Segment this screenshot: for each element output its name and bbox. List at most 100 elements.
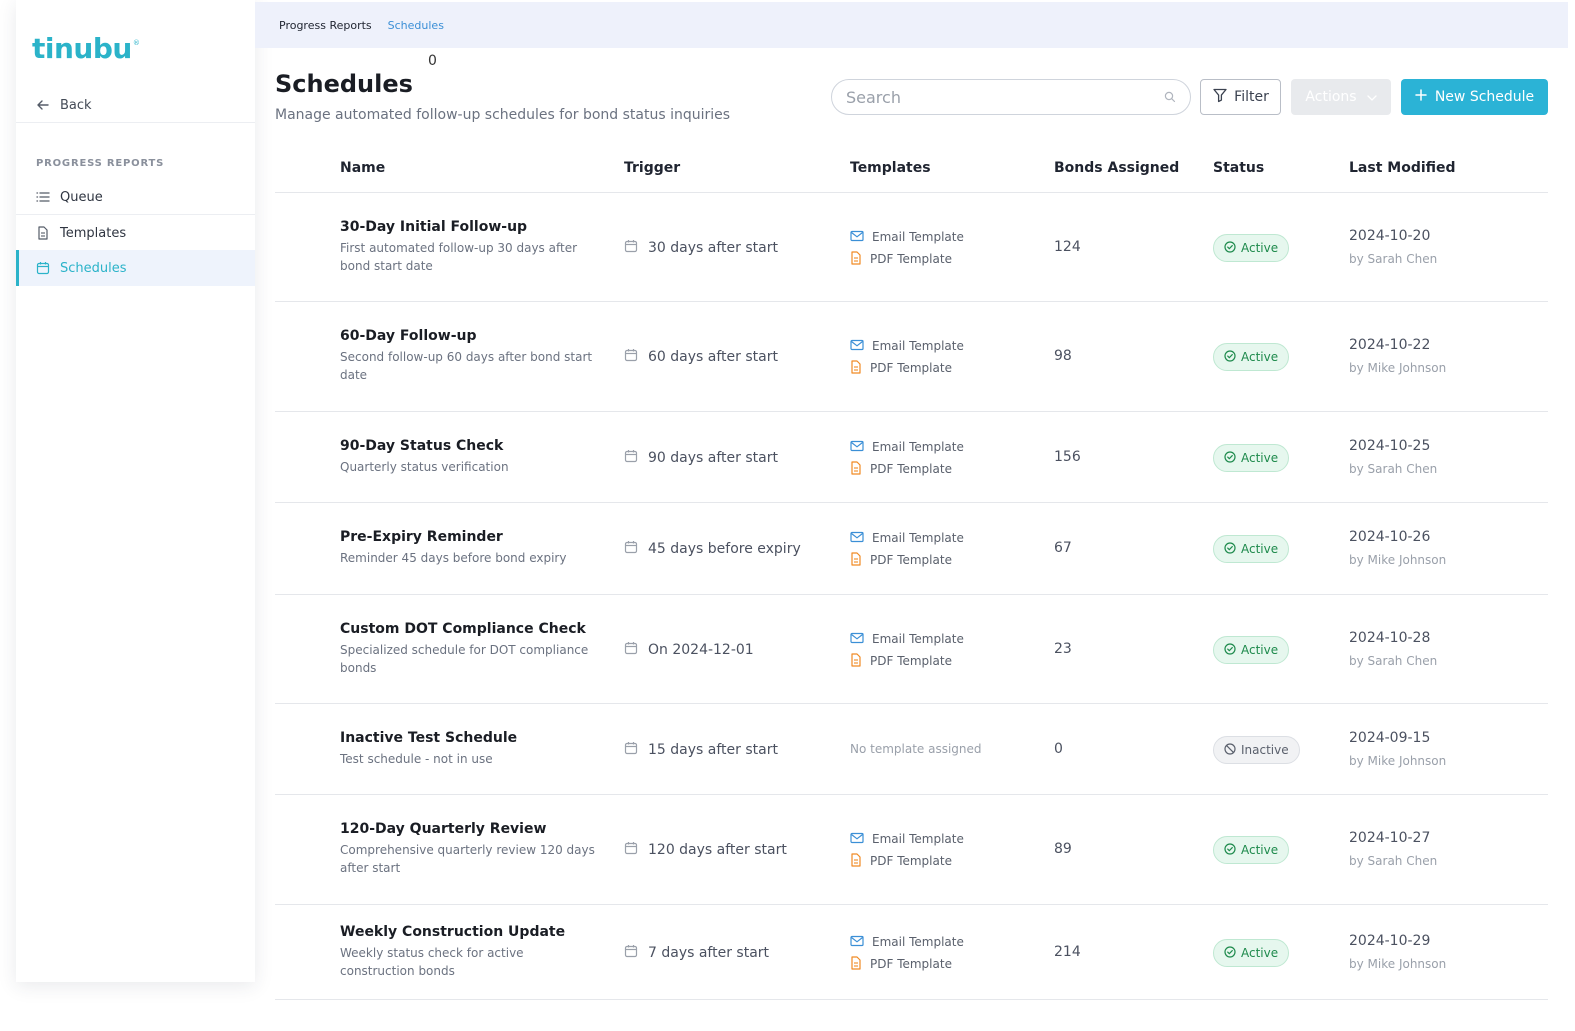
sidebar-item-templates[interactable]: Templates [16, 215, 255, 251]
schedule-name[interactable]: 60-Day Follow-up [340, 328, 595, 344]
pdf-template-link[interactable]: PDF Template [850, 248, 964, 270]
schedule-description: First automated follow-up 30 days after … [340, 241, 578, 273]
pdf-file-icon [850, 551, 862, 569]
status-badge: Active [1213, 535, 1290, 563]
column-header-trigger[interactable]: Trigger [624, 160, 680, 176]
back-button[interactable]: Back [36, 94, 92, 116]
column-header-status[interactable]: Status [1213, 160, 1264, 176]
last-modified-cell: 2024-10-22 by Mike Johnson [1349, 337, 1446, 375]
pdf-template-link[interactable]: PDF Template [850, 953, 964, 975]
sidebar-item-schedules[interactable]: Schedules [16, 250, 255, 286]
schedule-name[interactable]: Weekly Construction Update [340, 924, 595, 940]
pdf-template-link[interactable]: PDF Template [850, 458, 964, 480]
check-circle-icon [1224, 240, 1236, 256]
table-row[interactable]: Pre-Expiry Reminder Reminder 45 days befo… [275, 503, 1548, 595]
breadcrumb-progress-reports[interactable]: Progress Reports [279, 19, 372, 32]
sidebar-item-queue[interactable]: Queue [16, 179, 255, 215]
schedule-name[interactable]: Inactive Test Schedule [340, 730, 595, 746]
schedule-name[interactable]: 120-Day Quarterly Review [340, 821, 595, 837]
table-row[interactable]: 60-Day Follow-up Second follow-up 60 days… [275, 302, 1548, 412]
template-name: Email Template [872, 832, 964, 846]
status-cell: Active [1213, 939, 1290, 967]
page-title: Schedules [275, 70, 413, 98]
email-template-link[interactable]: Email Template [850, 335, 964, 357]
pdf-template-link[interactable]: PDF Template [850, 650, 964, 672]
schedule-name[interactable]: 30-Day Initial Follow-up [340, 219, 595, 235]
page-subtitle: Manage automated follow-up schedules for… [275, 107, 731, 123]
status-badge: Active [1213, 636, 1290, 664]
breadcrumb-schedules[interactable]: Schedules [388, 19, 444, 32]
modified-by: by Sarah Chen [1349, 854, 1438, 868]
check-circle-icon [1224, 541, 1236, 557]
column-header-last-modified[interactable]: Last Modified [1349, 160, 1456, 176]
template-name: Email Template [872, 632, 964, 646]
table-row[interactable]: Weekly Construction Update Weekly status … [275, 905, 1548, 1000]
email-template-link[interactable]: Email Template [850, 527, 964, 549]
pdf-template-link[interactable]: PDF Template [850, 549, 964, 571]
pdf-template-link[interactable]: PDF Template [850, 357, 964, 379]
schedule-name[interactable]: 90-Day Status Check [340, 438, 595, 454]
template-name: Email Template [872, 935, 964, 949]
schedule-name-cell: 30-Day Initial Follow-up First automated … [340, 219, 595, 275]
list-icon [36, 190, 50, 204]
bonds-assigned-count: 23 [1054, 641, 1072, 657]
schedule-name-cell: Pre-Expiry Reminder Reminder 45 days befo… [340, 529, 595, 567]
filter-button[interactable]: Filter [1200, 79, 1281, 115]
trigger-cell: 7 days after start [624, 944, 769, 962]
bonds-assigned-count: 98 [1054, 348, 1072, 364]
table-row[interactable]: 120-Day Quarterly Review Comprehensive qu… [275, 795, 1548, 905]
status-text: Active [1241, 643, 1279, 657]
pdf-template-link[interactable]: PDF Template [850, 850, 964, 872]
trigger-text: 120 days after start [648, 842, 787, 858]
search-input[interactable] [846, 87, 1164, 107]
schedule-description: Weekly status check for active construct… [340, 946, 524, 978]
modified-by: by Sarah Chen [1349, 252, 1438, 266]
trigger-text: 30 days after start [648, 240, 778, 256]
email-template-link[interactable]: Email Template [850, 931, 964, 953]
status-text: Active [1241, 241, 1279, 255]
new-schedule-button[interactable]: New Schedule [1401, 79, 1548, 115]
table-header: Name Trigger Templates Bonds Assigned St… [275, 145, 1548, 193]
bonds-assigned-count: 67 [1054, 540, 1072, 556]
bonds-assigned-count: 156 [1054, 449, 1081, 465]
status-text: Active [1241, 350, 1279, 364]
table-row[interactable]: Custom DOT Compliance Check Specialized s… [275, 595, 1548, 704]
logo-text: tinubu [32, 31, 132, 65]
email-template-link[interactable]: Email Template [850, 628, 964, 650]
table-row[interactable]: Inactive Test Schedule Test schedule - no… [275, 704, 1548, 795]
status-badge: Active [1213, 343, 1290, 371]
email-template-link[interactable]: Email Template [850, 436, 964, 458]
schedule-name[interactable]: Pre-Expiry Reminder [340, 529, 595, 545]
email-template-link[interactable]: Email Template [850, 226, 964, 248]
search-icon[interactable] [1164, 88, 1176, 107]
last-modified-cell: 2024-10-26 by Mike Johnson [1349, 529, 1446, 567]
template-name: PDF Template [870, 854, 952, 868]
trigger-text: 90 days after start [648, 450, 778, 466]
mail-icon [850, 230, 864, 245]
check-circle-icon [1224, 450, 1236, 466]
table-row[interactable]: 30-Day Initial Follow-up First automated … [275, 193, 1548, 302]
schedule-name[interactable]: Custom DOT Compliance Check [340, 621, 595, 637]
trigger-cell: 45 days before expiry [624, 540, 801, 558]
pdf-file-icon [850, 460, 862, 478]
template-name: Email Template [872, 531, 964, 545]
column-header-templates[interactable]: Templates [850, 160, 931, 176]
column-header-name[interactable]: Name [340, 160, 385, 176]
last-modified-cell: 2024-10-25 by Sarah Chen [1349, 438, 1437, 476]
calendar-icon [36, 261, 50, 275]
calendar-icon [624, 449, 638, 467]
pdf-file-icon [850, 955, 862, 973]
actions-dropdown[interactable]: Actions [1291, 79, 1391, 115]
trigger-cell: 15 days after start [624, 741, 778, 759]
email-template-link[interactable]: Email Template [850, 828, 964, 850]
tinubu-logo[interactable]: tinubu ® [32, 30, 140, 66]
bonds-assigned-count: 214 [1054, 944, 1081, 960]
status-cell: Active [1213, 343, 1290, 371]
calendar-icon [624, 641, 638, 659]
template-name: PDF Template [870, 462, 952, 476]
status-badge: Active [1213, 836, 1290, 864]
template-name: PDF Template [870, 361, 952, 375]
table-row[interactable]: 90-Day Status Check Quarterly status veri… [275, 412, 1548, 503]
modified-date: 2024-10-22 [1349, 337, 1431, 353]
column-header-bonds-assigned[interactable]: Bonds Assigned [1054, 160, 1179, 176]
